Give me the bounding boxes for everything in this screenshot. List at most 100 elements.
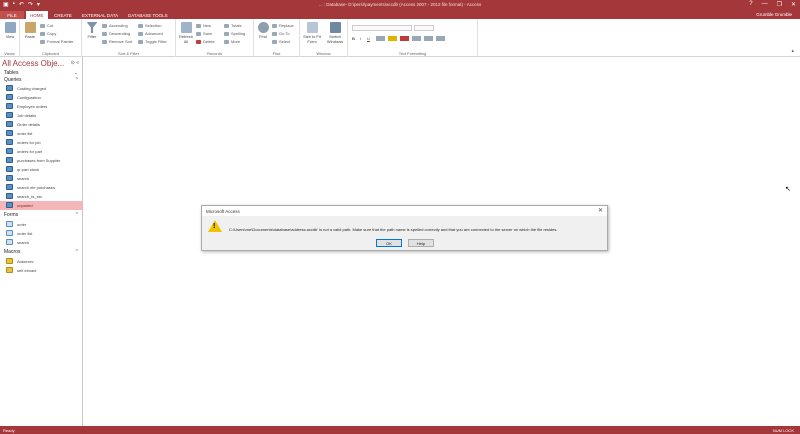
size-to-fit-button[interactable]: Size to Fit Form xyxy=(302,22,322,44)
query-icon xyxy=(6,139,13,145)
close-icon[interactable]: ✕ xyxy=(791,1,796,8)
minimize-icon[interactable]: — xyxy=(762,1,768,8)
nav-item-form[interactable]: order list xyxy=(0,229,83,238)
nav-collapse-icon[interactable]: « xyxy=(76,60,79,66)
highlight-icon[interactable] xyxy=(388,36,397,41)
tab-external-data[interactable]: EXTERNAL DATA xyxy=(78,11,122,19)
query-icon xyxy=(6,175,13,181)
refresh-icon xyxy=(180,22,192,33)
bold-button[interactable]: B xyxy=(352,36,355,41)
nav-item-query[interactable]: qr part stock xyxy=(0,165,83,174)
selection-icon xyxy=(138,23,143,28)
size-to-fit-icon xyxy=(306,22,318,33)
save-record-button[interactable]: Save xyxy=(196,31,212,36)
help-icon[interactable]: ? xyxy=(749,1,752,8)
font-size-box[interactable] xyxy=(414,25,434,31)
collapse-ribbon-icon[interactable]: ▴ xyxy=(791,48,794,54)
nav-item-query[interactable]: orders for job xyxy=(0,138,83,147)
title-bar: ▣ ▪ ↶ ↷ ▾ ... : Database- D:\pers\\payme… xyxy=(0,0,800,10)
advanced-button[interactable]: Advanced xyxy=(138,31,163,36)
italic-button[interactable]: I xyxy=(360,36,361,41)
nav-item-query[interactable]: search xyxy=(0,174,83,183)
chevron-up-icon: ^ xyxy=(75,249,78,255)
spelling-icon xyxy=(224,31,229,36)
chevron-up-icon: ^ xyxy=(75,77,78,83)
tab-home[interactable]: HOME xyxy=(26,11,48,19)
nav-item-query[interactable]: order list xyxy=(0,129,83,138)
more-button[interactable]: More xyxy=(224,39,240,44)
dialog-close-icon[interactable]: ✕ xyxy=(598,207,603,214)
refresh-all-button[interactable]: Refresh All xyxy=(178,22,194,44)
nav-item-query[interactable]: orders for part xyxy=(0,147,83,156)
copy-button[interactable]: Copy xyxy=(40,31,56,36)
sigma-icon xyxy=(224,23,229,28)
switch-windows-button[interactable]: Switch Windows xyxy=(324,22,346,44)
delete-record-button[interactable]: Delete xyxy=(196,39,215,44)
tab-database-tools[interactable]: DATABASE TOOLS xyxy=(124,11,172,19)
nav-section-macros[interactable]: Macros ^ xyxy=(0,249,83,256)
font-color-icon[interactable] xyxy=(400,36,409,41)
nav-item-form[interactable]: search xyxy=(0,238,83,247)
query-icon xyxy=(6,184,13,190)
nav-section-forms[interactable]: Forms ^ xyxy=(0,212,83,219)
underline-button[interactable]: U xyxy=(367,36,370,41)
font-name-box[interactable] xyxy=(352,25,412,31)
group-find: Find Replace Go To Select Find xyxy=(254,19,300,57)
goto-icon xyxy=(272,31,277,36)
nav-item-query[interactable]: purchases from Supplier xyxy=(0,156,83,165)
ascending-button[interactable]: Ascending xyxy=(102,23,128,28)
view-button[interactable]: View xyxy=(2,22,18,39)
descending-button[interactable]: Descending xyxy=(102,31,130,36)
paste-button[interactable]: Paste xyxy=(22,22,38,39)
nav-item-query-selected[interactable]: unpaired xyxy=(0,201,83,210)
nav-section-tables[interactable]: Tables ⌄ xyxy=(0,70,83,77)
query-icon xyxy=(6,130,13,136)
nav-item-query[interactable]: Employee orders xyxy=(0,102,83,111)
selection-button[interactable]: Selection xyxy=(138,23,161,28)
nav-item-query[interactable]: Job details xyxy=(0,111,83,120)
paste-icon xyxy=(24,22,36,33)
restore-icon[interactable]: ❐ xyxy=(777,1,782,8)
num-lock-indicator: NUM LOCK xyxy=(772,428,794,433)
new-record-button[interactable]: New xyxy=(196,23,211,28)
nav-item-form[interactable]: order xyxy=(0,220,83,229)
goto-button[interactable]: Go To xyxy=(272,31,290,36)
spelling-button[interactable]: Spelling xyxy=(224,31,245,36)
remove-sort-button[interactable]: Remove Sort xyxy=(102,39,132,44)
nav-menu-icon[interactable]: ⊙ xyxy=(71,60,75,66)
nav-section-queries[interactable]: Queries ^ xyxy=(0,77,83,84)
find-button[interactable]: Find xyxy=(256,22,270,39)
replace-icon xyxy=(272,23,277,28)
form-icon xyxy=(6,230,13,236)
nav-item-query[interactable]: search ele purchases xyxy=(0,183,83,192)
toggle-filter-button[interactable]: Toggle Filter xyxy=(138,39,167,44)
format-painter-button[interactable]: Format Painter xyxy=(40,39,73,44)
filter-button[interactable]: Filter xyxy=(84,22,100,39)
align-right-icon[interactable] xyxy=(436,36,445,41)
replace-button[interactable]: Replace xyxy=(272,23,294,28)
mouse-cursor-icon: ↖ xyxy=(785,186,791,193)
ribbon-tabs: FILE HOME CREATE EXTERNAL DATA DATABASE … xyxy=(0,10,800,19)
nav-item-query[interactable]: search_ts_sto xyxy=(0,192,83,201)
nav-item-macro[interactable]: self extract xyxy=(0,266,83,275)
funnel-icon xyxy=(86,22,98,33)
align-center-icon[interactable] xyxy=(424,36,433,41)
totals-button[interactable]: Totals xyxy=(224,23,241,28)
nav-item-macro[interactable]: Autoexec xyxy=(0,257,83,266)
nav-item-query[interactable]: Configuration xyxy=(0,93,83,102)
tab-file[interactable]: FILE xyxy=(0,11,24,19)
help-button[interactable]: Help xyxy=(408,239,434,247)
account-name[interactable]: Grumble Grumble xyxy=(756,12,792,17)
align-left-icon[interactable] xyxy=(412,36,421,41)
advanced-filter-icon xyxy=(138,31,143,36)
nav-pane-title[interactable]: All Access Obje... xyxy=(2,59,64,68)
select-button[interactable]: Select xyxy=(272,39,290,44)
query-icon xyxy=(6,112,13,118)
indent-icon[interactable] xyxy=(376,36,385,41)
cut-button[interactable]: Cut xyxy=(40,23,53,28)
ok-button[interactable]: OK xyxy=(376,239,402,247)
macro-icon xyxy=(6,258,13,264)
nav-item-query[interactable]: Order details xyxy=(0,120,83,129)
nav-item-query[interactable]: Costing charged xyxy=(0,84,83,93)
tab-create[interactable]: CREATE xyxy=(50,11,76,19)
